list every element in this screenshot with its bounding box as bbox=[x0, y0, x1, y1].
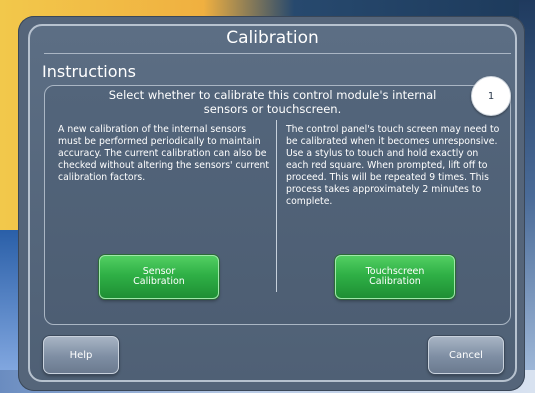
step-number-badge: 1 bbox=[471, 76, 511, 116]
touchscreen-calibration-button[interactable]: Touchscreen Calibration bbox=[335, 255, 455, 299]
touchscreen-calibration-button-label: Touchscreen Calibration bbox=[365, 266, 425, 287]
sensor-calibration-button[interactable]: Sensor Calibration bbox=[99, 255, 219, 299]
touchscreen-calibration-description: The control panel's touch screen may nee… bbox=[286, 124, 500, 207]
selection-prompt: Select whether to calibrate this control… bbox=[108, 88, 437, 116]
title-divider bbox=[44, 53, 511, 54]
sensor-calibration-description: A new calibration of the internal sensor… bbox=[58, 124, 270, 183]
help-button-label: Help bbox=[69, 349, 93, 361]
dialog-title: Calibration bbox=[226, 28, 319, 48]
bezel-left-edge bbox=[0, 230, 18, 393]
help-button[interactable]: Help bbox=[43, 336, 119, 374]
cancel-button-label: Cancel bbox=[449, 349, 483, 361]
cancel-button[interactable]: Cancel bbox=[428, 336, 504, 374]
sensor-calibration-button-label: Sensor Calibration bbox=[133, 266, 185, 287]
instructions-heading: Instructions bbox=[42, 62, 136, 81]
column-divider bbox=[276, 120, 277, 292]
